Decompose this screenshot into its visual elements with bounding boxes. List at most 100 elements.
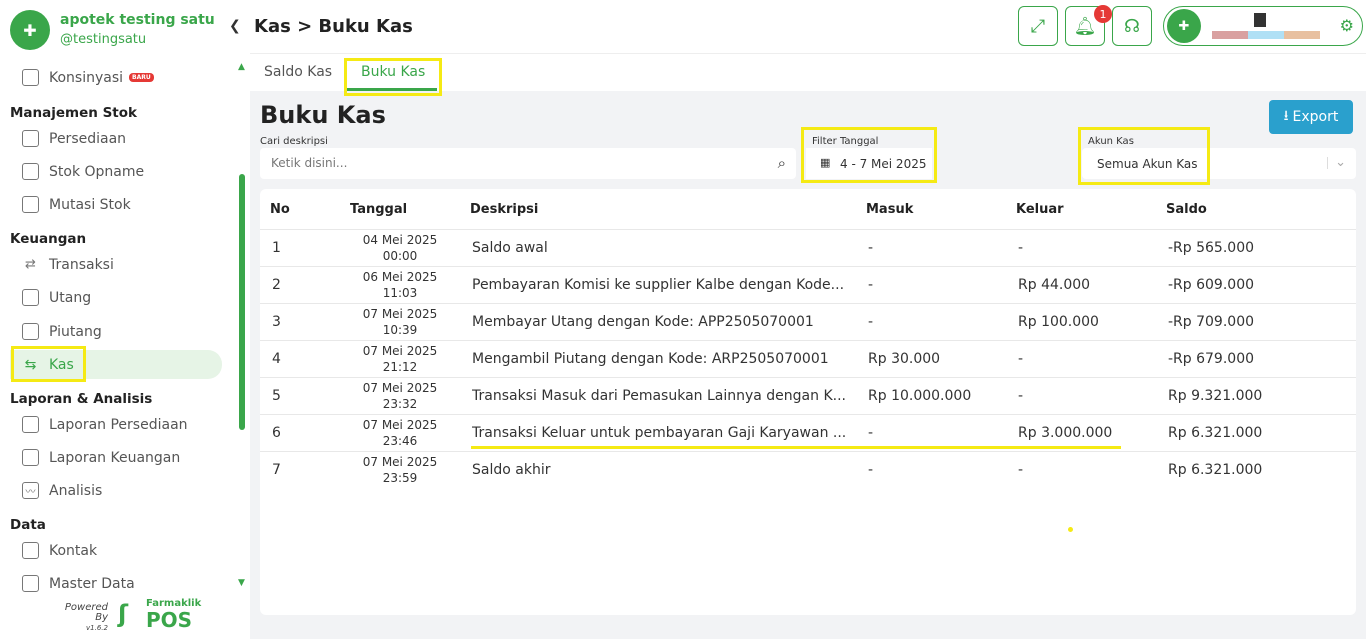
highlight-box [1078,127,1210,185]
column-header-deskripsi: Deskripsi [470,202,539,217]
table-row[interactable]: 4 07 Mei 2025 21:12 Mengambil Piutang denga… [260,340,1356,377]
sidebar-item-laporan-keuangan[interactable]: Laporan Keuangan [10,443,222,472]
cell-deskripsi: Saldo awal [472,240,548,256]
profile-menu[interactable]: ✚ ⚙ [1163,6,1363,46]
user-name-redacted [1212,31,1248,39]
finance-report-icon [22,449,39,466]
gear-icon[interactable]: ⚙ [1340,16,1354,35]
sidebar-scrollbar[interactable]: ▲ ▼ [238,62,246,592]
cell-time: 00:00 [382,249,418,263]
cell-keluar: Rp 100.000 [1018,314,1099,330]
report-icon [22,416,39,433]
scroll-up-icon[interactable]: ▲ [238,62,245,72]
cell-saldo: -Rp 709.000 [1168,314,1255,330]
scroll-down-icon[interactable]: ▼ [238,578,245,588]
cell-no: 7 [272,462,281,478]
notification-button[interactable]: 🔔︎ 1 [1065,5,1112,46]
cell-keluar: - [1018,240,1024,256]
bell-icon: 🔔︎ [1073,15,1097,37]
sidebar-item-label: Stok Opname [49,163,145,180]
search-icon[interactable]: ⌕ [778,154,786,172]
cell-saldo: -Rp 609.000 [1168,277,1255,293]
sidebar-item-label: Laporan Keuangan [49,449,181,466]
column-header-saldo: Saldo [1166,202,1207,217]
cell-saldo: Rp 6.321.000 [1168,425,1263,441]
table-row[interactable]: 5 07 Mei 2025 23:32 Transaksi Masuk dari Pe… [260,377,1356,414]
support-button[interactable]: ☊ [1112,6,1152,46]
table-row[interactable]: 3 07 Mei 2025 10:39 Membayar Utang dengan K… [260,303,1356,340]
sidebar-item-analisis[interactable]: 〰 Analisis [10,476,222,505]
brand-name: apotek testing satu [60,12,215,28]
sidebar-item-label: Konsinyasi [49,69,124,86]
cell-keluar: Rp 44.000 [1018,277,1091,293]
new-badge: BARU [129,73,154,82]
cell-tanggal: 04 Mei 2025 00:00 [350,232,450,264]
sidebar-item-laporan-persediaan[interactable]: Laporan Persediaan [10,410,222,439]
cell-time: 11:03 [382,286,418,300]
cell-masuk: Rp 10.000.000 [868,388,972,404]
cell-date: 07 Mei 2025 [362,418,438,432]
cell-no: 2 [272,277,281,293]
cell-date: 07 Mei 2025 [362,307,438,321]
cell-tanggal: 07 Mei 2025 10:39 [350,306,450,338]
cell-time: 23:32 [382,397,418,411]
sidebar-item-master-data[interactable]: Master Data [10,569,222,592]
farmaklik-mark-icon: ʃ [118,600,128,628]
table-row[interactable]: 2 06 Mei 2025 11:03 Pembayaran Komisi ke su… [260,266,1356,303]
cell-keluar: - [1018,388,1024,404]
notification-badge: 1 [1094,5,1112,23]
sidebar-item-konsinyasi[interactable]: Konsinyasi BARU [10,63,222,92]
search-input[interactable] [271,156,751,170]
powered-by-text: Powered By [64,602,108,623]
sidebar-item-piutang[interactable]: Piutang [10,317,222,346]
sidebar-item-label: Transaksi [49,256,114,273]
cell-masuk: - [868,314,874,330]
cell-masuk: - [868,240,874,256]
sidebar-item-stok-opname[interactable]: Stok Opname [10,157,222,186]
column-header-masuk: Masuk [866,202,914,217]
tab-saldo-kas[interactable]: Saldo Kas [264,64,332,80]
page-heading: Buku Kas [260,101,386,129]
cell-saldo: Rp 9.321.000 [1168,388,1263,404]
scrollbar-thumb[interactable] [239,174,245,430]
sidebar-item-utang[interactable]: Utang [10,283,222,312]
cell-masuk: - [868,277,874,293]
highlight-box [801,127,937,183]
section-manajemen-stok: Manajemen Stok [10,105,138,121]
section-data: Data [10,517,46,533]
cell-deskripsi: Pembayaran Komisi ke supplier Kalbe deng… [472,277,845,293]
export-button[interactable]: ⭳ Export [1269,100,1353,134]
cell-masuk: - [868,462,874,478]
sidebar-item-label: Laporan Persediaan [49,416,188,433]
analytics-icon: 〰 [22,482,39,499]
cell-date: 07 Mei 2025 [362,381,438,395]
sidebar-item-label: Piutang [49,323,102,340]
box-icon [22,69,39,86]
search-label: Cari deskripsi [260,136,328,147]
sidebar-menu: Konsinyasi BARU Manajemen Stok Persediaa… [0,62,236,592]
underline-annotation [471,446,1121,449]
cell-tanggal: 07 Mei 2025 23:32 [350,380,450,412]
cell-keluar: Rp 3.000.000 [1018,425,1113,441]
cell-saldo: -Rp 565.000 [1168,240,1255,256]
search-box: ⌕ [260,148,796,179]
cell-keluar: - [1018,351,1024,367]
cell-tanggal: 07 Mei 2025 23:46 [350,417,450,449]
sidebar-item-kontak[interactable]: Kontak [10,536,222,565]
transfer-icon [22,196,39,213]
table-row[interactable]: 7 07 Mei 2025 23:59 Saldo akhir - - Rp 6.321.0… [260,451,1356,488]
download-icon: ⭳ [1283,108,1289,124]
top-bar: Kas > Buku Kas ⤢ 🔔︎ 1 ☊ ✚ ⚙ [250,0,1366,53]
user-name-redacted [1254,13,1266,27]
sidebar-item-mutasi-stok[interactable]: Mutasi Stok [10,190,222,219]
fullscreen-button[interactable]: ⤢ [1018,6,1058,46]
collapse-sidebar-icon[interactable]: ❮ [229,18,241,34]
sidebar-item-label: Kontak [49,542,98,559]
table-row[interactable]: 1 04 Mei 2025 00:00 Saldo awal - - -Rp 565.000 [260,229,1356,266]
cell-time: 21:12 [382,360,418,374]
cell-date: 07 Mei 2025 [362,344,438,358]
sidebar-item-persediaan[interactable]: Persediaan [10,124,222,153]
sidebar-item-transaksi[interactable]: ⇄ Transaksi [10,250,222,279]
buku-kas-table: No Tanggal Deskripsi Masuk Keluar Saldo … [260,189,1356,615]
cell-saldo: Rp 6.321.000 [1168,462,1263,478]
